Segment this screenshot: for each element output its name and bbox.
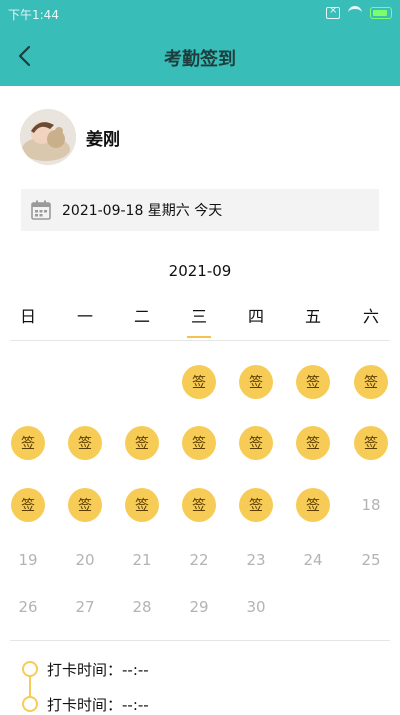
calendar-day[interactable]: 20 (68, 543, 102, 577)
calendar-day-signed[interactable]: 签 (182, 365, 216, 399)
calendar-day-signed[interactable]: 签 (296, 488, 330, 522)
calendar-day-signed[interactable]: 签 (239, 365, 273, 399)
calendar-day[interactable]: 24 (296, 543, 330, 577)
calendar-day-signed[interactable]: 签 (239, 426, 273, 460)
calendar-day[interactable]: 25 (354, 543, 388, 577)
calendar-grid: 签签签签签签签签签签签签签签签签签 18 19 20 21 22 23 24 25 26 27 28 2… (0, 0, 400, 711)
timeline-dot (22, 696, 38, 712)
calendar-day[interactable]: 18 (354, 488, 388, 522)
punch-time-label: 打卡时间：--:-- (47, 696, 149, 714)
calendar-day-signed[interactable]: 签 (354, 365, 388, 399)
calendar-day-signed[interactable]: 签 (239, 488, 273, 522)
calendar-day[interactable]: 26 (11, 590, 45, 624)
calendar-day-signed[interactable]: 签 (125, 426, 159, 460)
divider (10, 640, 390, 641)
calendar-day[interactable]: 21 (125, 543, 159, 577)
calendar-day[interactable]: 30 (239, 590, 273, 624)
calendar-day[interactable]: 28 (125, 590, 159, 624)
calendar-day-signed[interactable]: 签 (68, 488, 102, 522)
calendar-day-signed[interactable]: 签 (68, 426, 102, 460)
calendar-day[interactable]: 19 (11, 543, 45, 577)
calendar-day[interactable]: 29 (182, 590, 216, 624)
punch-time-label: 打卡时间：--:-- (47, 661, 149, 679)
calendar-day-signed[interactable]: 签 (182, 488, 216, 522)
timeline-dot (22, 661, 38, 677)
calendar-day-signed[interactable]: 签 (354, 426, 388, 460)
calendar-day-signed[interactable]: 签 (125, 488, 159, 522)
calendar-day-signed[interactable]: 签 (296, 426, 330, 460)
calendar-day-signed[interactable]: 签 (11, 488, 45, 522)
calendar-day-signed[interactable]: 签 (182, 426, 216, 460)
calendar-day-signed[interactable]: 签 (11, 426, 45, 460)
calendar-day[interactable]: 23 (239, 543, 273, 577)
calendar-day[interactable]: 22 (182, 543, 216, 577)
calendar-day-signed[interactable]: 签 (296, 365, 330, 399)
calendar-day[interactable]: 27 (68, 590, 102, 624)
